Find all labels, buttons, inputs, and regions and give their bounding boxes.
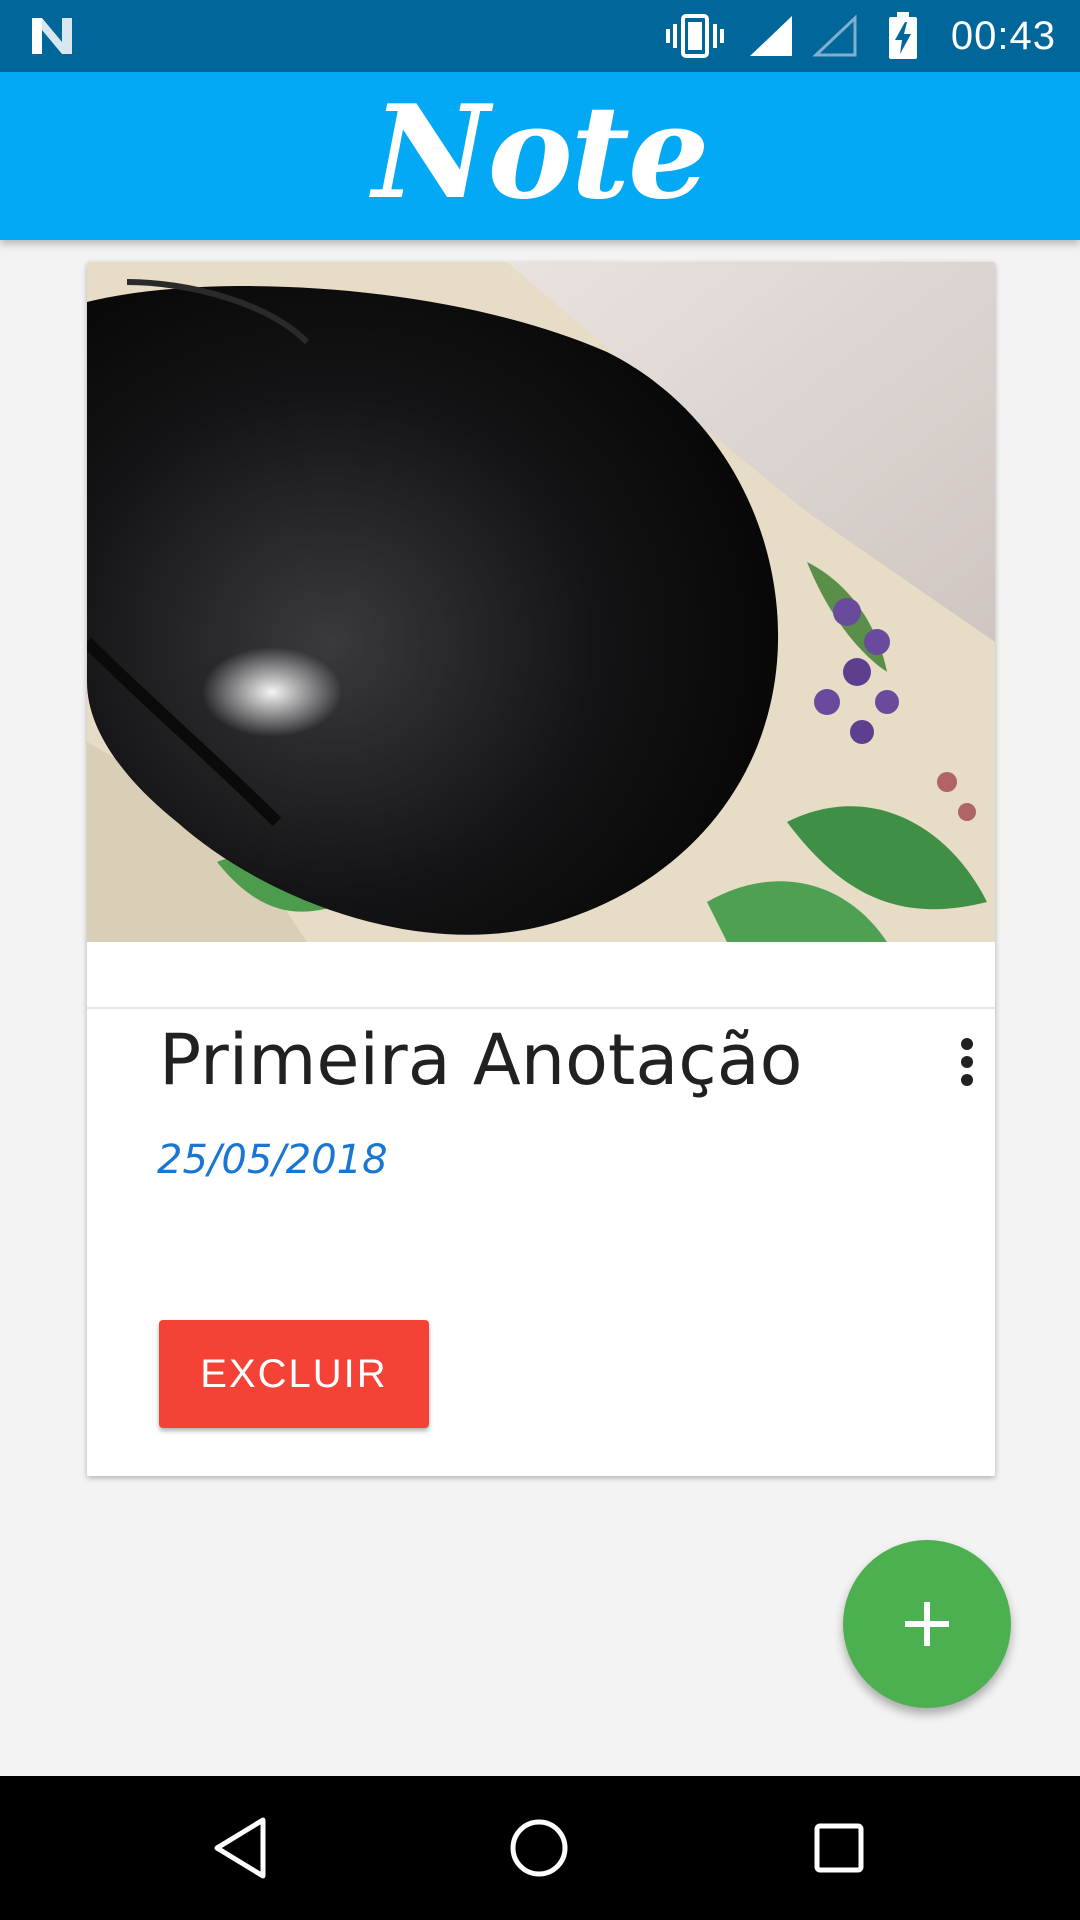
battery-charging-icon bbox=[889, 12, 917, 59]
plus-icon bbox=[905, 1602, 949, 1646]
recents-icon[interactable] bbox=[803, 1812, 875, 1884]
app-bar: Note bbox=[0, 72, 1080, 240]
signal-empty-icon bbox=[812, 14, 857, 57]
signal-full-icon bbox=[750, 16, 792, 56]
vibrate-icon bbox=[666, 14, 724, 58]
note-title: Primeira Anotação bbox=[159, 1019, 803, 1101]
app-title: Note bbox=[372, 78, 710, 228]
home-icon[interactable] bbox=[503, 1812, 575, 1884]
note-date: 25/05/2018 bbox=[157, 1137, 388, 1183]
more-options-icon[interactable] bbox=[947, 1036, 987, 1088]
status-bar: 00:43 bbox=[0, 0, 1080, 72]
add-note-button[interactable] bbox=[843, 1540, 1011, 1708]
navigation-bar bbox=[0, 1776, 1080, 1920]
back-icon[interactable] bbox=[205, 1812, 277, 1884]
card-divider bbox=[87, 1007, 995, 1009]
note-card[interactable]: Primeira Anotação 25/05/2018 EXCLUIR bbox=[87, 262, 995, 1476]
note-photo bbox=[87, 262, 995, 942]
delete-button[interactable]: EXCLUIR bbox=[159, 1320, 429, 1428]
status-time: 00:43 bbox=[950, 14, 1056, 58]
n-logo-icon bbox=[32, 18, 72, 54]
